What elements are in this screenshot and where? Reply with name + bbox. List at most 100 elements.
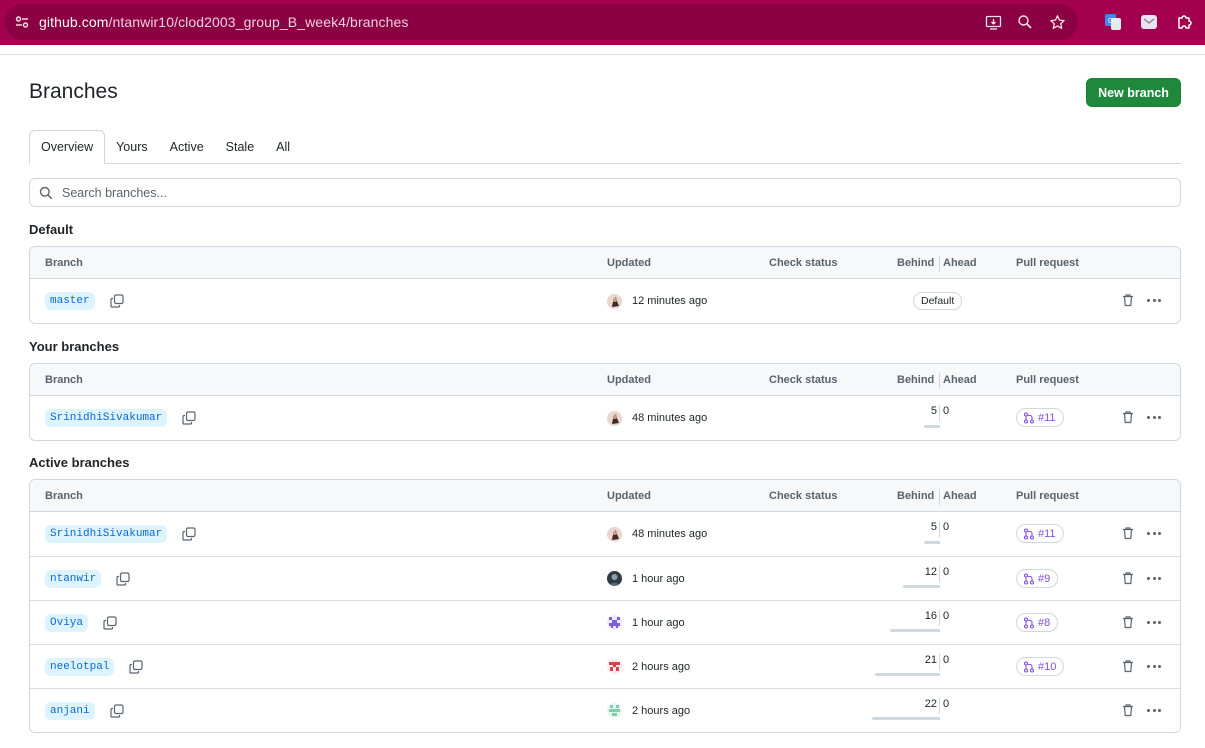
section-title-default: Default: [29, 222, 74, 237]
copy-icon[interactable]: [115, 571, 131, 587]
pull-request-badge[interactable]: #8: [1016, 613, 1059, 632]
ahead-count: 0: [943, 610, 950, 622]
updated-time: 2 hours ago: [632, 660, 691, 673]
updated-time: 1 hour ago: [632, 616, 685, 629]
site-settings-icon[interactable]: [5, 4, 39, 40]
avatar[interactable]: [607, 615, 622, 630]
pull-request-badge[interactable]: #11: [1016, 408, 1064, 427]
behind-count: 16: [872, 601, 940, 644]
column-divider: [939, 373, 940, 389]
behind-ahead-divider: [939, 698, 940, 714]
column-pull-request: Pull request: [1016, 490, 1079, 502]
more-options-icon[interactable]: [1144, 702, 1164, 718]
delete-branch-icon[interactable]: [1120, 702, 1136, 718]
column-behind: Behind: [897, 374, 935, 386]
delete-branch-icon[interactable]: [1120, 409, 1136, 425]
extensions-puzzle-icon[interactable]: [1175, 12, 1195, 32]
branch-name-link[interactable]: ntanwir: [45, 569, 102, 588]
section-title-active-branches: Active branches: [29, 455, 130, 470]
column-divider: [939, 489, 940, 505]
table-row: master 12 minutes ago Default: [30, 279, 1180, 323]
address-bar[interactable]: github.com/ntanwir10/clod2003_group_B_we…: [5, 4, 1078, 40]
branch-name-link[interactable]: master: [45, 292, 95, 310]
browser-toolbar: github.com/ntanwir10/clod2003_group_B_we…: [0, 0, 1205, 45]
search-icon: [30, 186, 62, 200]
branch-name-link[interactable]: anjani: [45, 701, 95, 720]
more-options-icon[interactable]: [1144, 570, 1164, 586]
delete-branch-icon[interactable]: [1120, 525, 1136, 541]
copy-icon[interactable]: [181, 526, 197, 542]
behind-bar: [875, 673, 940, 676]
column-divider: [939, 256, 940, 272]
updated-time: 48 minutes ago: [632, 528, 708, 540]
branch-name-link[interactable]: SrinidhiSivakumar: [45, 409, 168, 427]
header-divider: [0, 54, 1205, 55]
url-path: /ntanwir10/clod2003_group_B_week4/branch…: [108, 14, 409, 30]
column-updated: Updated: [607, 490, 651, 502]
tab-active[interactable]: Active: [159, 130, 215, 164]
behind-ahead-divider: [939, 566, 940, 582]
tab-yours[interactable]: Yours: [105, 130, 159, 164]
delete-branch-icon[interactable]: [1120, 614, 1136, 630]
column-branch: Branch: [45, 374, 83, 386]
avatar[interactable]: [607, 293, 622, 309]
behind-count: 5: [872, 396, 940, 440]
search-input[interactable]: [62, 185, 1162, 200]
more-options-icon[interactable]: [1144, 292, 1164, 308]
more-options-icon[interactable]: [1144, 658, 1164, 674]
behind-ahead-divider: [939, 521, 940, 537]
column-ahead: Ahead: [943, 257, 977, 269]
column-ahead: Ahead: [943, 490, 977, 502]
branch-name-link[interactable]: Oviya: [45, 613, 89, 632]
avatar[interactable]: [607, 703, 622, 718]
table-row: anjani 2 hours ago 22 0: [30, 688, 1180, 732]
default-badge: Default: [913, 292, 963, 310]
tab-stale[interactable]: Stale: [215, 130, 266, 164]
behind-bar: [924, 425, 940, 428]
copy-icon[interactable]: [128, 659, 144, 675]
column-branch: Branch: [45, 490, 83, 502]
mail-extension-icon[interactable]: [1139, 12, 1159, 32]
page-title: Branches: [29, 80, 118, 103]
behind-count: 5: [872, 512, 940, 556]
ahead-count: 0: [943, 654, 950, 666]
copy-icon[interactable]: [109, 293, 125, 309]
delete-branch-icon[interactable]: [1120, 658, 1136, 674]
avatar[interactable]: [607, 410, 622, 426]
delete-branch-icon[interactable]: [1120, 292, 1136, 308]
zoom-icon[interactable]: [1016, 13, 1034, 31]
avatar[interactable]: [607, 571, 622, 586]
branch-name-link[interactable]: SrinidhiSivakumar: [45, 525, 168, 543]
behind-count: 21: [872, 645, 940, 688]
table-row: SrinidhiSivakumar 48 minutes ago 5 0 #11: [30, 396, 1180, 440]
tab-all[interactable]: All: [265, 130, 301, 164]
more-options-icon[interactable]: [1144, 525, 1164, 541]
translate-extension-icon[interactable]: G: [1103, 12, 1123, 32]
behind-bar: [924, 541, 940, 544]
behind-count: 22: [872, 689, 940, 732]
avatar[interactable]: [607, 526, 622, 542]
copy-icon[interactable]: [109, 703, 125, 719]
install-app-icon[interactable]: [984, 13, 1002, 31]
bookmark-star-icon[interactable]: [1048, 13, 1066, 31]
pull-request-badge[interactable]: #10: [1016, 657, 1065, 676]
new-branch-button[interactable]: New branch: [1086, 78, 1181, 107]
ahead-count: 0: [943, 405, 950, 417]
pull-request-number: #11: [1038, 527, 1056, 540]
updated-time: 48 minutes ago: [632, 412, 708, 424]
behind-bar: [890, 629, 940, 632]
delete-branch-icon[interactable]: [1120, 570, 1136, 586]
pull-request-badge[interactable]: #9: [1016, 569, 1059, 588]
copy-icon[interactable]: [181, 410, 197, 426]
branch-name-link[interactable]: neelotpal: [45, 657, 115, 676]
more-options-icon[interactable]: [1144, 614, 1164, 630]
pull-request-badge[interactable]: #11: [1016, 524, 1064, 543]
column-check-status: Check status: [769, 374, 838, 386]
column-pull-request: Pull request: [1016, 257, 1079, 269]
column-check-status: Check status: [769, 490, 838, 502]
tab-overview[interactable]: Overview: [29, 130, 106, 164]
more-options-icon[interactable]: [1144, 409, 1164, 425]
url-text[interactable]: github.com/ntanwir10/clod2003_group_B_we…: [39, 14, 408, 30]
copy-icon[interactable]: [102, 615, 118, 631]
avatar[interactable]: [607, 659, 622, 674]
